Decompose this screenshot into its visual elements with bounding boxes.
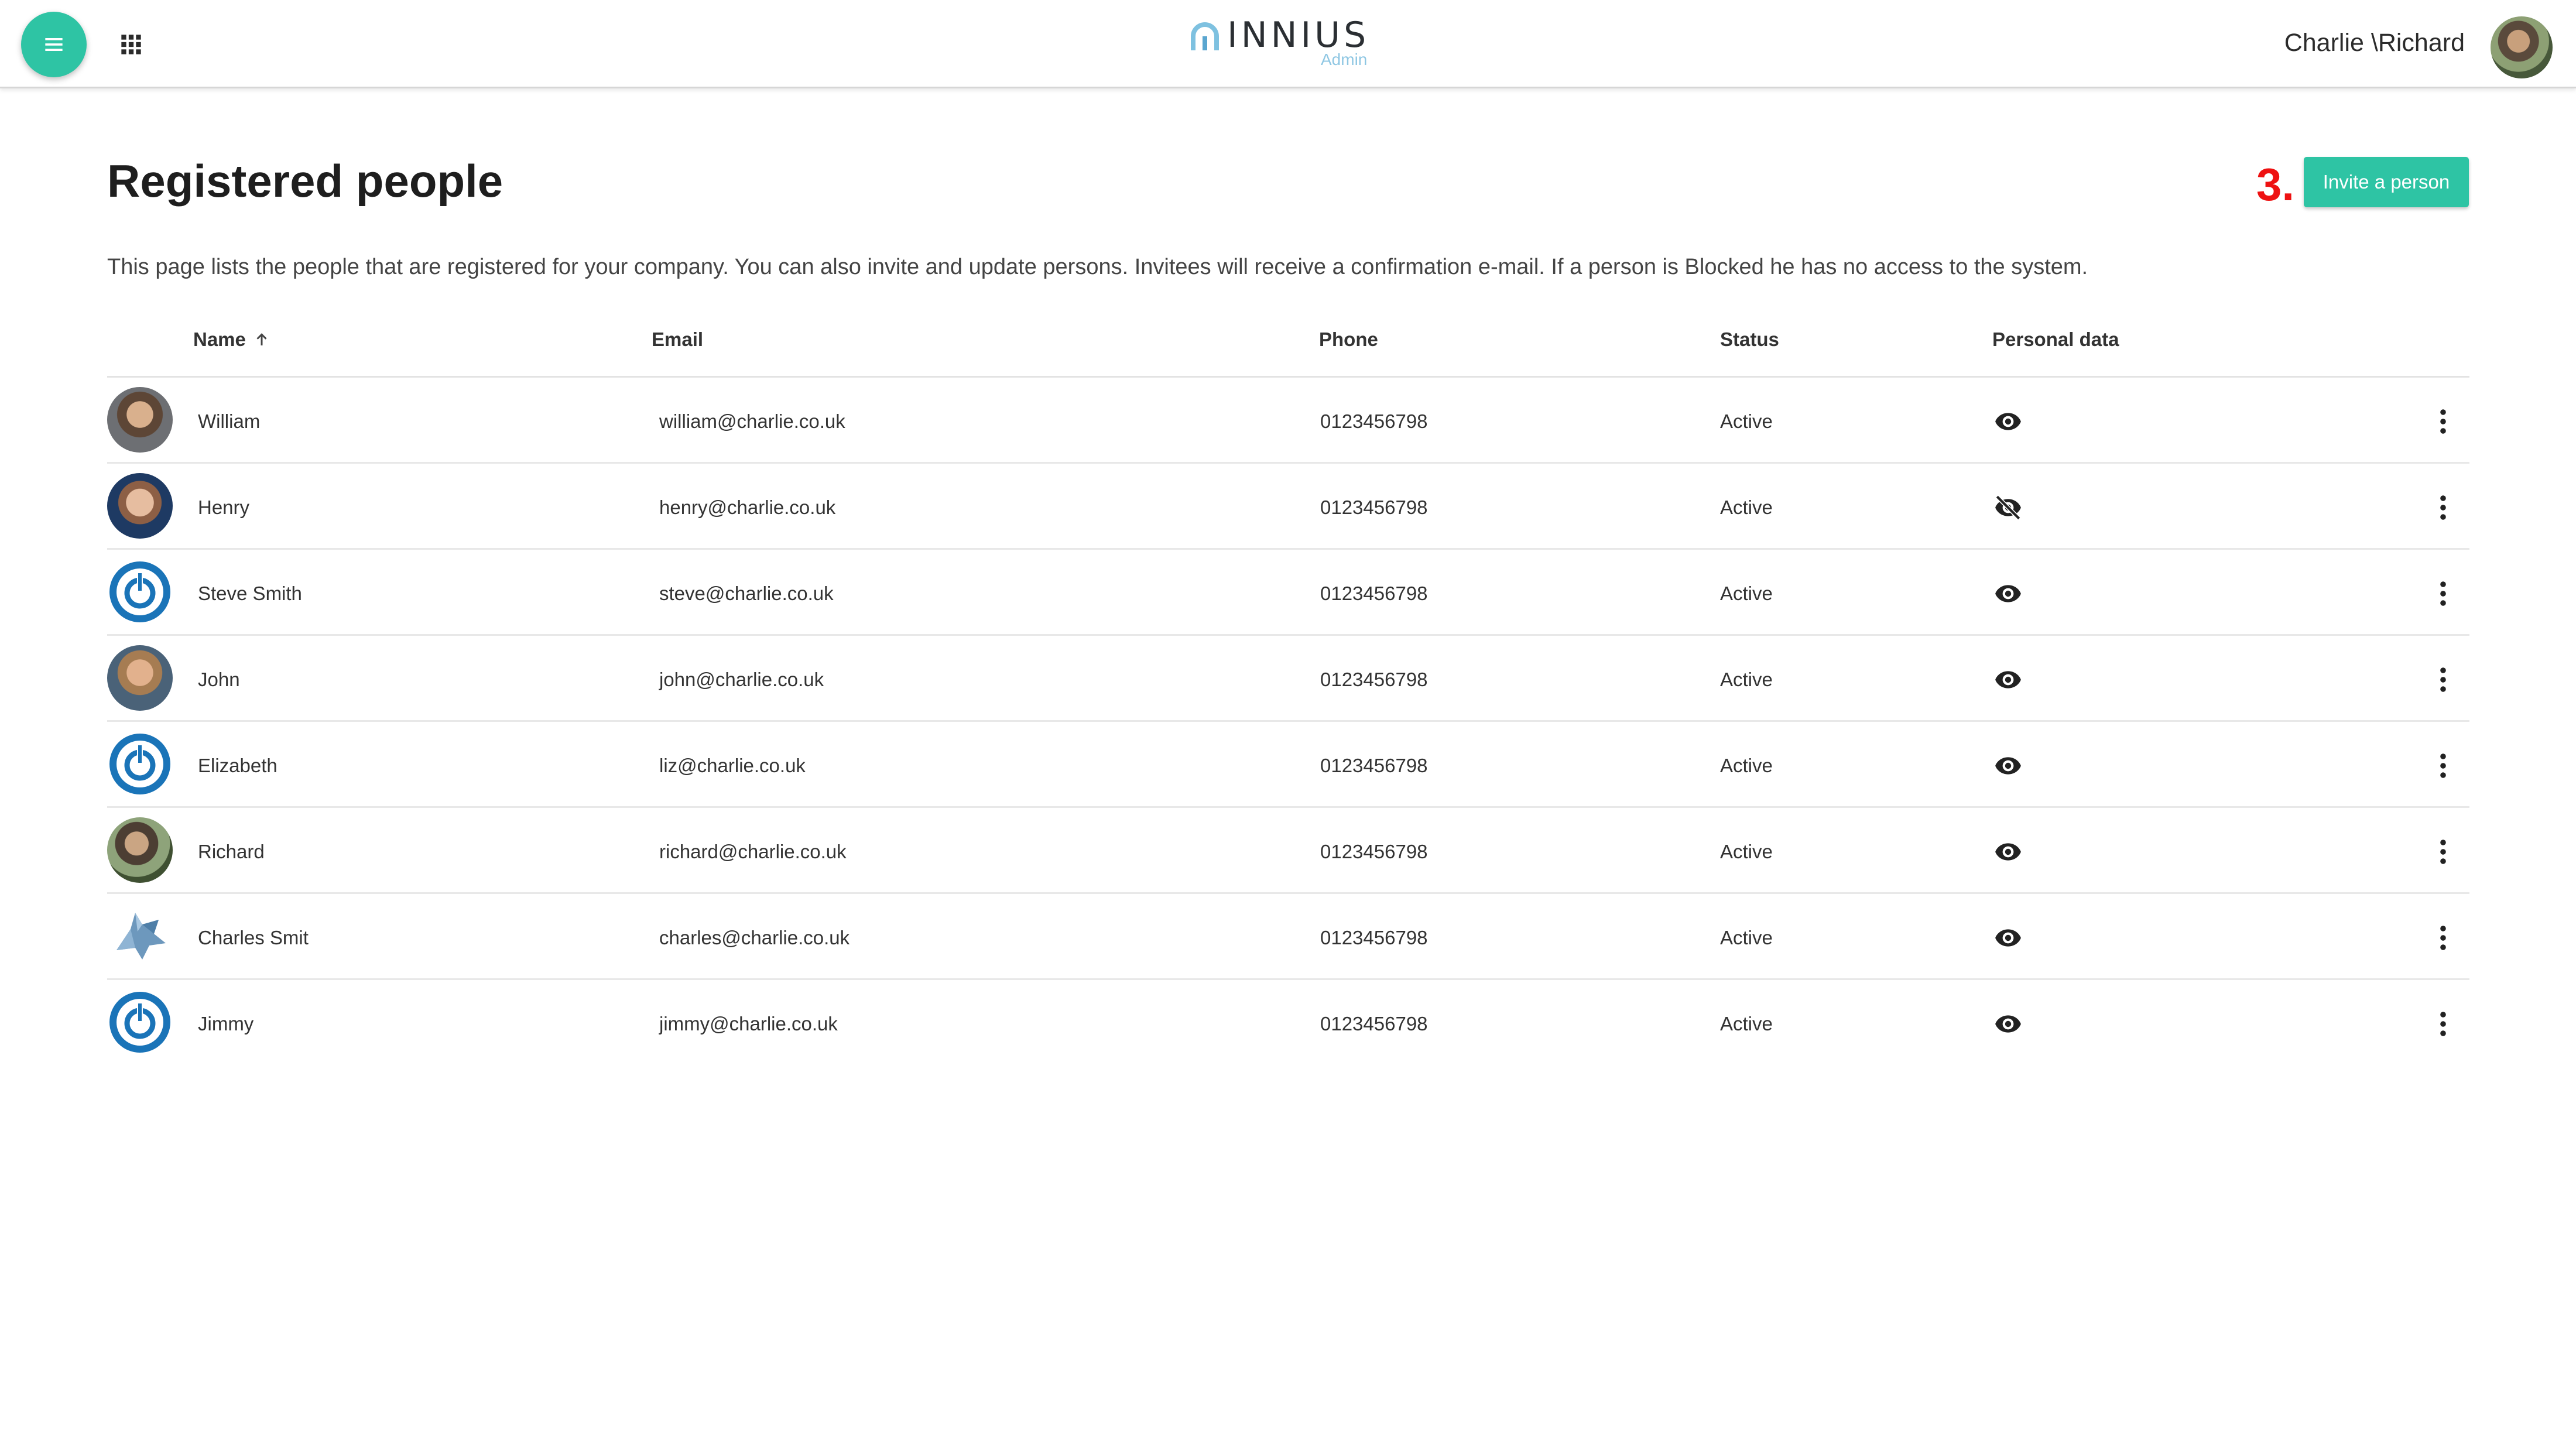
avatar: [107, 817, 173, 883]
person-email: liz@charlie.co.uk: [659, 755, 806, 776]
power-logo-icon: [109, 992, 170, 1053]
user-name[interactable]: Charlie \Richard: [2284, 30, 2465, 56]
apps-button[interactable]: [117, 30, 145, 59]
person-name: William: [198, 410, 261, 432]
table-header: Name Email Phone Status Personal data: [107, 318, 2469, 378]
table-row[interactable]: Steve Smith steve@charlie.co.uk 01234567…: [107, 550, 2469, 636]
eye-icon[interactable]: [1992, 578, 2024, 609]
column-header-name[interactable]: Name: [193, 330, 270, 349]
avatar: [107, 731, 173, 797]
person-phone: 0123456798: [1320, 583, 1428, 604]
avatar: [107, 559, 173, 625]
person-name: Richard: [198, 841, 265, 862]
wolf-logo-icon: [117, 913, 166, 960]
person-phone: 0123456798: [1320, 1013, 1428, 1034]
person-phone: 0123456798: [1320, 496, 1428, 518]
invite-person-button[interactable]: Invite a person: [2304, 157, 2469, 207]
user-avatar[interactable]: [2491, 16, 2553, 78]
person-email: charles@charlie.co.uk: [659, 927, 850, 948]
column-header-name-label: Name: [193, 328, 246, 350]
person-email: john@charlie.co.uk: [659, 669, 824, 690]
person-phone: 0123456798: [1320, 841, 1428, 862]
more-vert-icon[interactable]: [2434, 836, 2452, 868]
eye-icon[interactable]: [1992, 750, 2024, 782]
more-vert-icon[interactable]: [2434, 664, 2452, 696]
innius-logo-mark-icon: [1191, 22, 1219, 50]
person-email: richard@charlie.co.uk: [659, 841, 847, 862]
grid-apps-icon: [121, 35, 141, 54]
more-vert-icon[interactable]: [2434, 578, 2452, 609]
more-vert-icon[interactable]: [2434, 922, 2452, 954]
table-row[interactable]: Jimmy jimmy@charlie.co.uk 0123456798 Act…: [107, 980, 2469, 1066]
person-name: John: [198, 669, 240, 690]
avatar: [107, 903, 173, 969]
table-row[interactable]: John john@charlie.co.uk 0123456798 Activ…: [107, 636, 2469, 722]
column-header-email[interactable]: Email: [652, 330, 703, 349]
avatar: [107, 989, 173, 1055]
more-vert-icon[interactable]: [2434, 750, 2452, 782]
avatar: [107, 387, 173, 453]
table-row[interactable]: Henry henry@charlie.co.uk 0123456798 Act…: [107, 464, 2469, 550]
eye-icon[interactable]: [1992, 1008, 2024, 1040]
person-email: jimmy@charlie.co.uk: [659, 1013, 838, 1034]
column-header-phone[interactable]: Phone: [1319, 330, 1378, 349]
person-name: Elizabeth: [198, 755, 278, 776]
eye-icon[interactable]: [1992, 922, 2024, 954]
person-phone: 0123456798: [1320, 410, 1428, 432]
person-status: Active: [1720, 410, 1773, 432]
person-status: Active: [1720, 583, 1773, 604]
person-email: steve@charlie.co.uk: [659, 583, 834, 604]
page-title: Registered people: [107, 155, 503, 207]
page-description: This page lists the people that are regi…: [107, 255, 2088, 279]
person-phone: 0123456798: [1320, 755, 1428, 776]
power-logo-icon: [109, 561, 170, 622]
person-name: Charles Smit: [198, 927, 309, 948]
column-header-status[interactable]: Status: [1720, 330, 1779, 349]
step-marker: 3.: [2256, 159, 2295, 210]
people-table: Name Email Phone Status Personal data Wi…: [107, 318, 2469, 1066]
avatar: [107, 473, 173, 539]
innius-logo[interactable]: INNIUS Admin: [1183, 15, 1382, 74]
table-row[interactable]: Richard richard@charlie.co.uk 0123456798…: [107, 808, 2469, 894]
more-vert-icon[interactable]: [2434, 492, 2452, 523]
sort-ascending-icon: [253, 331, 270, 348]
person-status: Active: [1720, 1013, 1773, 1034]
top-app-bar: INNIUS Admin Charlie \Richard: [0, 0, 2576, 88]
column-header-personal-data[interactable]: Personal data: [1992, 330, 2119, 349]
person-status: Active: [1720, 755, 1773, 776]
eye-icon[interactable]: [1992, 664, 2024, 696]
person-phone: 0123456798: [1320, 669, 1428, 690]
menu-button[interactable]: [21, 12, 87, 77]
table-row[interactable]: Charles Smit charles@charlie.co.uk 01234…: [107, 894, 2469, 980]
person-email: william@charlie.co.uk: [659, 410, 845, 432]
person-status: Active: [1720, 927, 1773, 948]
person-status: Active: [1720, 669, 1773, 690]
eye-icon[interactable]: [1992, 406, 2024, 437]
hamburger-icon: [45, 38, 63, 51]
person-name: Steve Smith: [198, 583, 302, 604]
table-row[interactable]: William william@charlie.co.uk 0123456798…: [107, 378, 2469, 464]
person-name: Henry: [198, 496, 250, 518]
eye-icon[interactable]: [1992, 836, 2024, 868]
eye-off-icon[interactable]: [1992, 492, 2024, 523]
person-status: Active: [1720, 841, 1773, 862]
avatar: [107, 645, 173, 711]
person-status: Active: [1720, 496, 1773, 518]
logo-text: INNIUS: [1227, 15, 1370, 56]
power-logo-icon: [109, 734, 170, 794]
more-vert-icon[interactable]: [2434, 1008, 2452, 1040]
person-phone: 0123456798: [1320, 927, 1428, 948]
logo-subtitle: Admin: [1321, 50, 1368, 68]
more-vert-icon[interactable]: [2434, 406, 2452, 437]
table-row[interactable]: Elizabeth liz@charlie.co.uk 0123456798 A…: [107, 722, 2469, 808]
person-email: henry@charlie.co.uk: [659, 496, 836, 518]
person-name: Jimmy: [198, 1013, 254, 1034]
